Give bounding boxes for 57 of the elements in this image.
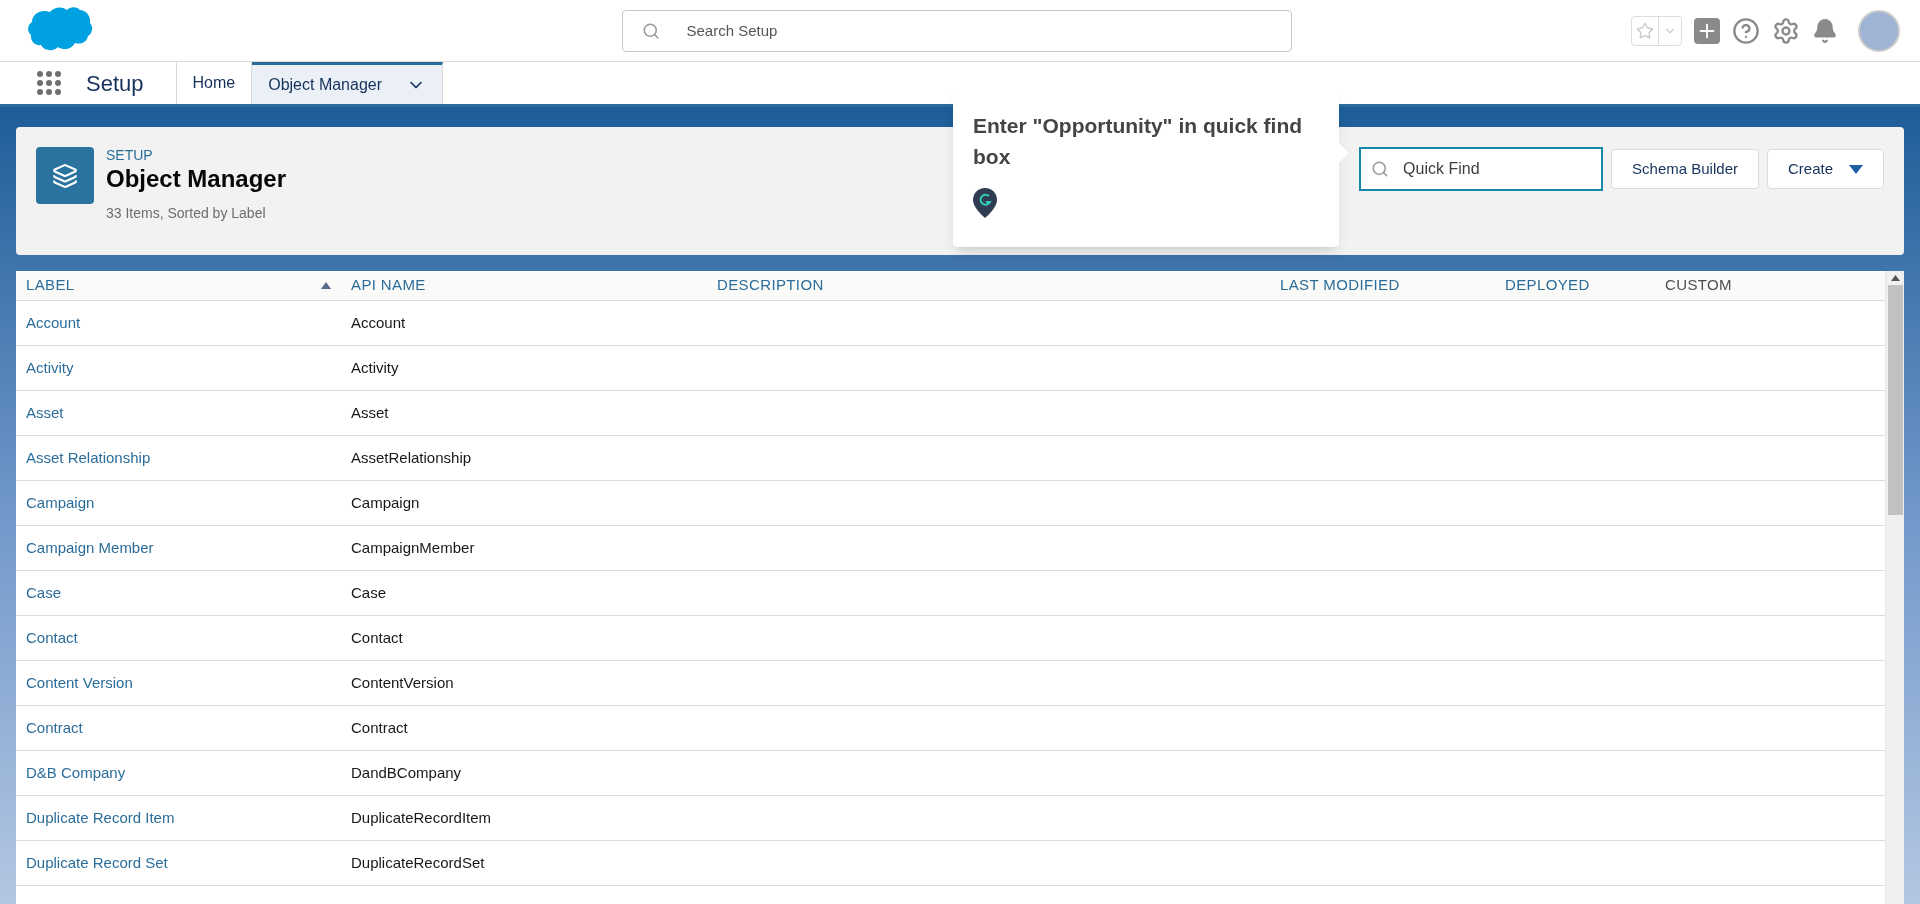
caret-icon [1849, 164, 1863, 174]
column-header[interactable]: DESCRIPTION [707, 271, 1270, 300]
scroll-up-arrow-icon[interactable] [1890, 275, 1900, 281]
bell-icon[interactable] [1812, 17, 1838, 44]
object-link[interactable]: D&B Company [26, 764, 126, 781]
object-link[interactable]: Asset [26, 404, 64, 421]
search-icon [1371, 160, 1390, 178]
search-icon [641, 21, 660, 40]
object-link[interactable]: Campaign [26, 494, 95, 511]
column-header: CUSTOM [1664, 275, 1733, 296]
api-name-cell: DuplicateRecordSet [351, 854, 485, 871]
settings-icon[interactable] [1772, 16, 1800, 45]
api-name-cell: Asset [351, 404, 389, 421]
api-name-cell: Campaign [351, 494, 420, 511]
api-name-cell: Activity [351, 359, 399, 376]
object-link[interactable]: Campaign Member [26, 539, 154, 556]
header-button[interactable]: Schema Builder [1611, 149, 1759, 189]
column-header[interactable]: LABEL [16, 271, 341, 300]
object-link[interactable]: Activity [26, 359, 74, 376]
help-icon[interactable] [1732, 16, 1760, 45]
api-name-cell: ContentVersion [351, 674, 454, 691]
api-name-cell: AssetRelationship [351, 449, 472, 466]
api-name-cell: Contract [351, 719, 408, 736]
column-header[interactable]: DEPLOYED [1495, 271, 1655, 300]
api-name-cell: DandBCompany [351, 764, 462, 781]
tooltip-text: Enter "Opportunity" in quick find box [973, 113, 1304, 170]
page-title: Object Manager [106, 164, 287, 194]
scrollbar[interactable] [1885, 271, 1904, 904]
search-field[interactable]: Search Setup [621, 9, 1292, 52]
star-icon [1636, 21, 1654, 40]
quick-find-field[interactable]: Quick Find [1359, 147, 1604, 191]
column-header[interactable]: LAST MODIFIED [1270, 271, 1495, 300]
api-name-cell: DuplicateRecordItem [351, 809, 492, 826]
add-icon[interactable] [1694, 17, 1720, 44]
api-name-cell: Account [351, 314, 406, 331]
app-launcher-icon[interactable] [36, 70, 62, 96]
object-link[interactable]: Asset Relationship [26, 449, 151, 466]
location-pin-icon [973, 188, 997, 218]
header-button[interactable]: Create [1766, 149, 1884, 189]
object-link[interactable]: Account [26, 314, 81, 331]
object-link[interactable]: Case [26, 584, 62, 601]
object-icon [36, 147, 94, 204]
object-link[interactable]: Duplicate Record Set [26, 854, 168, 871]
object-link[interactable]: Contract [26, 719, 83, 736]
app-name: Setup [86, 69, 144, 98]
api-name-cell: Contact [351, 629, 403, 646]
object-link[interactable]: Content Version [26, 674, 133, 691]
item-count: 33 Items, Sorted by Label [106, 204, 267, 223]
api-name-cell: Case [351, 584, 387, 601]
nav-tab[interactable]: Object Manager [252, 62, 444, 104]
column-header[interactable]: API NAME [341, 271, 707, 300]
object-link[interactable]: Duplicate Record Item [26, 809, 175, 826]
object-link[interactable]: Contact [26, 629, 78, 646]
eyebrow-label: SETUP [106, 147, 154, 163]
avatar[interactable] [1858, 9, 1900, 52]
api-name-cell: CampaignMember [351, 539, 475, 556]
sort-arrow-icon [321, 282, 331, 289]
